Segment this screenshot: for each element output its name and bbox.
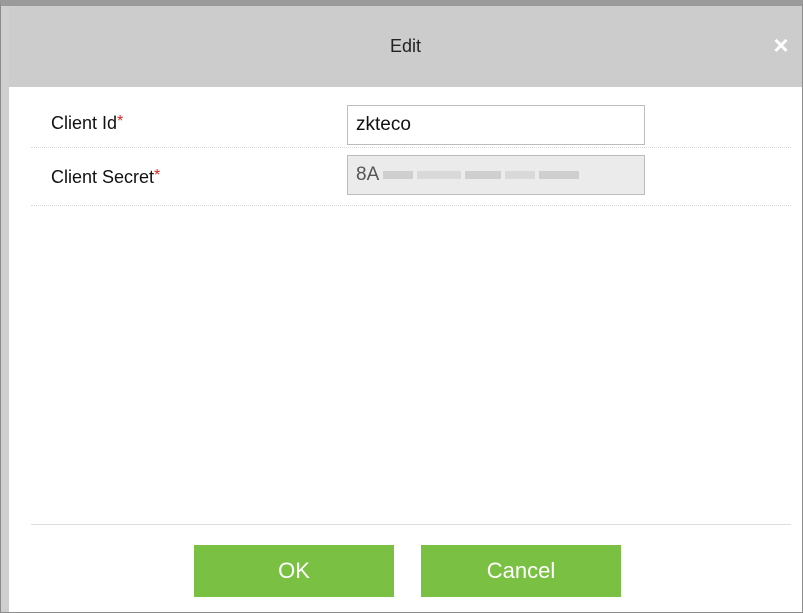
client-secret-label: Client Secret*: [51, 167, 160, 188]
footer-divider: [31, 524, 791, 525]
client-secret-field[interactable]: 8A: [347, 155, 645, 195]
redacted-blur: [383, 171, 414, 179]
client-secret-row: Client Secret* 8A: [31, 153, 791, 206]
ok-button[interactable]: OK: [194, 545, 394, 597]
client-id-label-text: Client Id: [51, 113, 118, 133]
redacted-blur: [505, 171, 536, 179]
dialog-titlebar: Edit ×: [9, 6, 802, 87]
client-id-row: Client Id*: [31, 99, 791, 148]
dialog-left-border: [1, 6, 9, 612]
redacted-blur: [539, 171, 580, 179]
close-icon[interactable]: ×: [770, 32, 792, 58]
redacted-blur: [417, 171, 462, 179]
dialog-body: Client Id* Client Secret* 8A OK Cancel: [9, 87, 802, 612]
cancel-button[interactable]: Cancel: [421, 545, 621, 597]
required-marker: *: [154, 167, 161, 184]
client-id-label: Client Id*: [51, 113, 123, 134]
client-secret-value: 8A: [356, 164, 380, 185]
client-id-input[interactable]: [347, 105, 645, 145]
redacted-blur: [465, 171, 502, 179]
dialog-title: Edit: [389, 36, 422, 56]
edit-dialog: Edit × Client Id* Client Secret* 8A OK: [0, 0, 803, 613]
client-secret-label-text: Client Secret: [51, 167, 155, 187]
required-marker: *: [117, 113, 124, 130]
